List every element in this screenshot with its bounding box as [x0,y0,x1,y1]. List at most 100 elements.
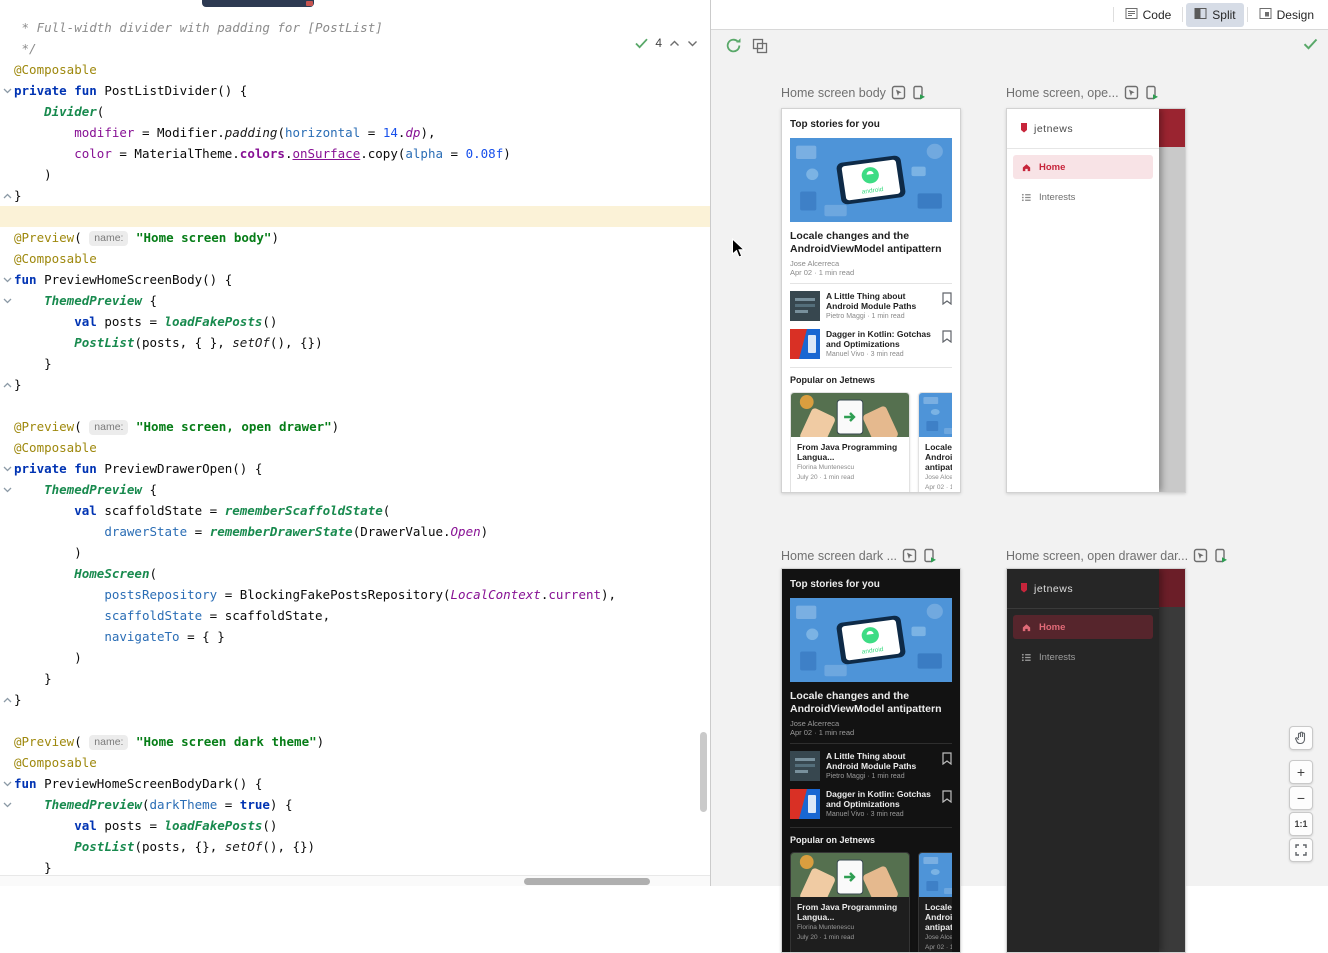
editor-tab-fragment[interactable] [202,0,314,7]
preview-display-options-icon[interactable] [751,37,769,55]
code-line[interactable]: modifier = Modifier.padding(horizontal =… [0,122,710,143]
preview-card-home-screen-body[interactable]: Top stories for youandroidLocale changes… [781,108,961,493]
interactive-mode-icon[interactable] [902,548,917,563]
code-token: val [74,314,97,329]
preview-zoom-controls: + − 1:1 [1289,726,1313,862]
code-line[interactable]: */ [0,38,710,59]
code-line[interactable]: val posts = loadFakePosts() [0,815,710,836]
code-line[interactable]: } [0,668,710,689]
code-line[interactable]: val posts = loadFakePosts() [0,311,710,332]
code-line[interactable]: private fun PreviewDrawerOpen() { [0,458,710,479]
post-list-item[interactable]: Dagger in Kotlin: Gotchas and Optimizati… [790,789,952,819]
run-preview-icon[interactable] [1213,548,1228,563]
bookmark-icon[interactable] [942,292,952,310]
drawer-item-interests[interactable]: Interests [1013,185,1153,209]
fold-marker-icon[interactable] [2,458,13,479]
popular-post-card[interactable]: androidLocale changes and the AndroidVie… [918,852,952,953]
fold-marker-icon[interactable] [2,794,13,815]
run-preview-icon[interactable] [911,85,926,100]
code-line[interactable]: Divider( [0,101,710,122]
run-preview-icon[interactable] [922,548,937,563]
preview-card-open-drawer-dark[interactable]: jetnewsHomeInterests [1006,568,1186,953]
code-line[interactable]: ThemedPreview(darkTheme = true) { [0,794,710,815]
fold-marker-icon[interactable] [2,269,13,290]
fold-marker-icon[interactable] [2,689,13,710]
drawer-item-home[interactable]: Home [1013,155,1153,179]
fold-marker-icon[interactable] [2,185,13,206]
preview-card-home-dark-theme[interactable]: Top stories for youandroidLocale changes… [781,568,961,953]
post-list-item-text: Dagger in Kotlin: Gotchas and Optimizati… [826,789,936,818]
code-line[interactable]: } [0,185,710,206]
code-line[interactable]: @Composable [0,437,710,458]
code-line[interactable]: @Composable [0,752,710,773]
code-line[interactable]: ) [0,647,710,668]
vertical-scrollbar-thumb[interactable] [700,732,707,812]
next-issue-icon[interactable] [687,40,698,47]
code-line[interactable]: } [0,353,710,374]
code-line[interactable]: ) [0,164,710,185]
build-refresh-icon[interactable] [723,35,743,55]
code-line[interactable]: val scaffoldState = rememberScaffoldStat… [0,500,710,521]
code-line[interactable]: private fun PostListDivider() { [0,80,710,101]
run-preview-icon[interactable] [1144,85,1159,100]
zoom-actual-size-button[interactable]: 1:1 [1289,812,1313,836]
popular-post-card[interactable]: androidLocale changes and the AndroidVie… [918,392,952,493]
split-mode-button[interactable]: Split [1186,3,1243,27]
code-line[interactable]: drawerState = rememberDrawerState(Drawer… [0,521,710,542]
bookmark-icon[interactable] [942,330,952,348]
code-line[interactable]: } [0,689,710,710]
fold-marker-icon[interactable] [2,80,13,101]
popular-post-card[interactable]: From Java Programming Langua...Florina M… [790,392,910,493]
post-list-item[interactable]: A Little Thing about Android Module Path… [790,291,952,321]
bookmark-icon[interactable] [942,790,952,808]
code-line[interactable]: fun PreviewHomeScreenBody() { [0,269,710,290]
code-line[interactable]: @Composable [0,59,710,80]
code-line[interactable]: @Preview( name: "Home screen, open drawe… [0,416,710,437]
code-line[interactable]: @Preview( name: "Home screen dark theme"… [0,731,710,752]
zoom-in-button[interactable]: + [1289,760,1313,784]
post-list-item[interactable]: Dagger in Kotlin: Gotchas and Optimizati… [790,329,952,359]
code-line[interactable]: postsRepository = BlockingFakePostsRepos… [0,584,710,605]
code-line[interactable]: navigateTo = { } [0,626,710,647]
drawer-item-home[interactable]: Home [1013,615,1153,639]
interactive-mode-icon[interactable] [891,85,906,100]
code-line[interactable]: PostList(posts, {}, setOf(), {}) [0,836,710,857]
bookmark-icon[interactable] [942,752,952,770]
code-mode-button[interactable]: Code [1117,3,1180,27]
zoom-to-fit-icon[interactable] [1289,838,1313,862]
post-list-item[interactable]: A Little Thing about Android Module Path… [790,751,952,781]
code-line[interactable]: } [0,374,710,395]
code-line[interactable]: ThemedPreview { [0,479,710,500]
editor-code-area[interactable]: * Full-width divider with padding for [P… [0,17,710,878]
fold-marker-icon[interactable] [2,290,13,311]
code-line[interactable]: ThemedPreview { [0,290,710,311]
code-line[interactable]: @Preview( name: "Home screen body") [0,227,710,248]
code-line[interactable]: HomeScreen( [0,563,710,584]
code-line[interactable]: fun PreviewHomeScreenBodyDark() { [0,773,710,794]
code-line[interactable]: color = MaterialTheme.colors.onSurface.c… [0,143,710,164]
preview-card-open-drawer[interactable]: jetnewsHomeInterests [1006,108,1186,493]
drawer-item-interests[interactable]: Interests [1013,645,1153,669]
code-line[interactable]: * Full-width divider with padding for [P… [0,17,710,38]
prev-issue-icon[interactable] [669,40,680,47]
horizontal-scrollbar[interactable] [0,875,710,886]
code-line[interactable]: scaffoldState = scaffoldState, [0,605,710,626]
code-line[interactable]: ) [0,542,710,563]
code-line[interactable]: @Composable [0,248,710,269]
code-token: @Composable [14,440,97,455]
code-line[interactable] [0,206,710,227]
fold-marker-icon[interactable] [2,479,13,500]
code-line[interactable] [0,710,710,731]
pan-tool-icon[interactable] [1289,726,1313,750]
fold-marker-icon[interactable] [2,773,13,794]
code-line[interactable] [0,395,710,416]
interactive-mode-icon[interactable] [1124,85,1139,100]
popular-post-card[interactable]: From Java Programming Langua...Florina M… [790,852,910,953]
code-line[interactable]: PostList(posts, { }, setOf(), {}) [0,332,710,353]
fold-marker-icon[interactable] [2,374,13,395]
interactive-mode-icon[interactable] [1193,548,1208,563]
horizontal-scrollbar-thumb[interactable] [524,878,650,885]
design-mode-button[interactable]: Design [1251,3,1322,27]
divider [1007,148,1159,149]
zoom-out-button[interactable]: − [1289,786,1313,810]
